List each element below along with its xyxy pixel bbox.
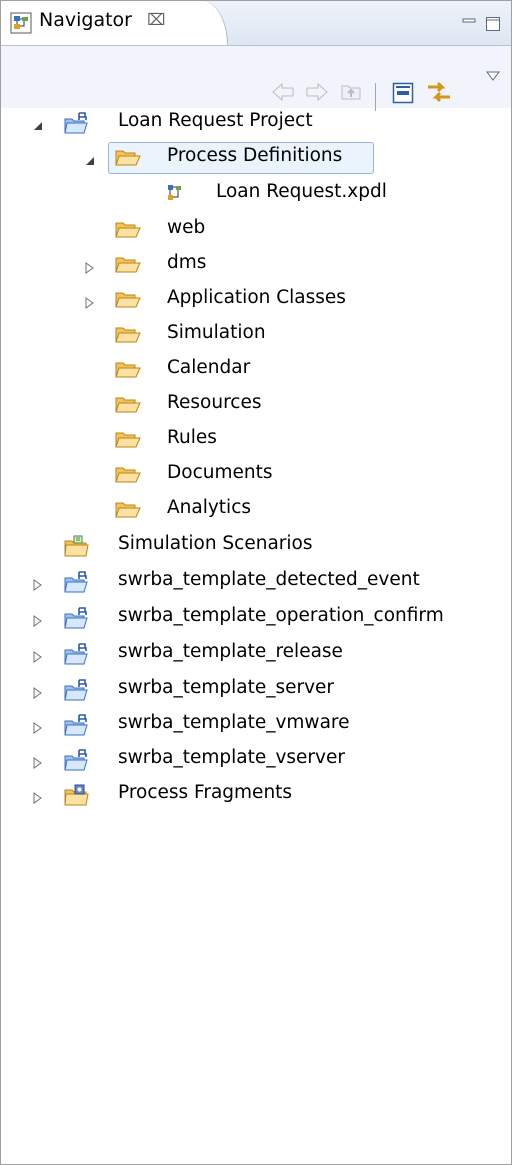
tree-item-label: Simulation Scenarios (118, 533, 313, 554)
collapsed-twisty-icon[interactable] (32, 647, 44, 663)
tree-item-label: Application Classes (167, 287, 346, 308)
tree-item-process-definitions[interactable]: Process Definitions (0, 140, 512, 176)
folder-open-icon (115, 394, 141, 416)
collapsed-twisty-icon[interactable] (32, 753, 44, 769)
tree-item-documents[interactable]: Documents (0, 457, 512, 493)
collapsed-twisty-icon[interactable] (32, 788, 44, 804)
tree-item-web[interactable]: web (0, 212, 512, 248)
folder-open-icon (115, 254, 141, 276)
minimize-icon[interactable] (461, 15, 477, 36)
view-tab-strip: Navigator ⌧ (1, 1, 511, 46)
tree-item-label: swrba_template_release (118, 641, 343, 662)
collapsed-twisty-icon[interactable] (32, 575, 44, 591)
tree-item-label: Simulation (167, 322, 266, 343)
folder-open-icon (115, 429, 141, 451)
tree-item-label: swrba_template_operation_confirm (118, 605, 444, 626)
tree-item-label: Process Definitions (167, 145, 343, 166)
tree-item-loan-request-project[interactable]: Loan Request Project (0, 105, 512, 141)
navigator-icon (10, 12, 32, 39)
tree-item-label: web (167, 217, 206, 238)
tree-item-label: Process Fragments (118, 782, 293, 803)
project-icon (64, 643, 88, 665)
tree-item-rules[interactable]: Rules (0, 422, 512, 458)
project-icon (64, 112, 88, 134)
folder-open-icon (115, 219, 141, 241)
tree-item-label: swrba_template_vserver (118, 747, 345, 768)
tree-item-simulation[interactable]: Simulation (0, 317, 512, 353)
collapsed-twisty-icon[interactable] (84, 293, 96, 309)
back-arrow-icon[interactable] (271, 81, 295, 108)
tree-item-label: swrba_template_detected_event (118, 569, 420, 590)
tree-item-label: Loan Request Project (118, 110, 313, 131)
project-icon (64, 714, 88, 736)
simulation-scenarios-icon (64, 535, 89, 557)
go-into-icon[interactable] (339, 79, 363, 108)
tree-item-template-release[interactable]: swrba_template_release (0, 636, 512, 672)
folder-open-icon (115, 359, 141, 381)
expanded-twisty-icon[interactable] (84, 151, 96, 165)
tree-item-calendar[interactable]: Calendar (0, 352, 512, 388)
process-fragments-icon (64, 784, 89, 806)
close-tab-icon[interactable]: ⌧ (147, 10, 165, 29)
project-icon (64, 749, 88, 771)
project-icon (64, 679, 88, 701)
tree-item-label: Analytics (167, 497, 252, 518)
tree-item-simulation-scenarios[interactable]: Simulation Scenarios (0, 528, 512, 564)
tree-item-label: Documents (167, 462, 273, 483)
folder-open-icon (115, 289, 141, 311)
collapsed-twisty-icon[interactable] (32, 683, 44, 699)
tree-item-label: dms (167, 252, 207, 273)
tree-item-resources[interactable]: Resources (0, 387, 512, 423)
tree-item-label: swrba_template_server (118, 677, 335, 698)
tree-item-template-detected-event[interactable]: swrba_template_detected_event (0, 564, 512, 600)
navigator-tab-title: Navigator (39, 9, 132, 31)
tree-item-loan-request-xpdl[interactable]: Loan Request.xpdl (0, 176, 512, 212)
folder-open-icon (115, 147, 141, 169)
folder-open-icon (115, 499, 141, 521)
tree-item-label: Resources (167, 392, 262, 413)
tree-item-label: Calendar (167, 357, 251, 378)
tree-item-analytics[interactable]: Analytics (0, 492, 512, 528)
tree-item-label: Rules (167, 427, 217, 448)
tree-item-label: Loan Request.xpdl (216, 181, 387, 202)
tree-item-template-vserver[interactable]: swrba_template_vserver (0, 742, 512, 778)
maximize-icon[interactable] (485, 15, 501, 38)
tree-item-template-vmware[interactable]: swrba_template_vmware (0, 707, 512, 743)
project-icon (64, 607, 88, 629)
forward-arrow-icon[interactable] (305, 81, 329, 108)
folder-open-icon (115, 464, 141, 486)
collapsed-twisty-icon[interactable] (32, 611, 44, 627)
tree-item-label: swrba_template_vmware (118, 712, 350, 733)
expanded-twisty-icon[interactable] (32, 116, 44, 130)
project-icon (64, 571, 88, 593)
tree-item-process-fragments[interactable]: Process Fragments (0, 777, 512, 813)
view-menu-icon[interactable] (485, 67, 501, 88)
tree-item-application-classes[interactable]: Application Classes (0, 282, 512, 318)
tree-item-template-operation-confirm[interactable]: swrba_template_operation_confirm (0, 600, 512, 636)
folder-open-icon (115, 324, 141, 346)
tree-item-template-server[interactable]: swrba_template_server (0, 672, 512, 708)
xpdl-file-icon (166, 183, 190, 205)
navigator-tab[interactable]: Navigator ⌧ (1, 1, 228, 45)
tree-item-dms[interactable]: dms (0, 247, 512, 283)
collapsed-twisty-icon[interactable] (32, 718, 44, 734)
collapsed-twisty-icon[interactable] (84, 258, 96, 274)
